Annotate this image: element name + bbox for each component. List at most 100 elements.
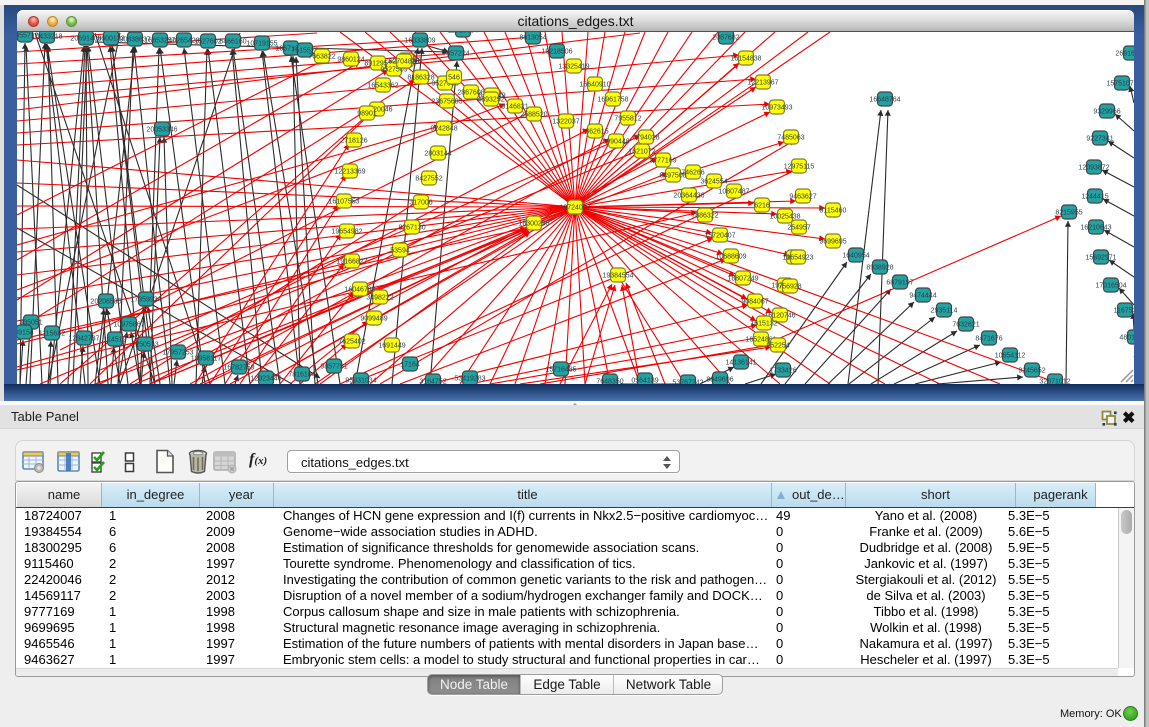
- svg-text:1640954: 1640954: [842, 253, 869, 260]
- svg-text:1362615: 1362615: [581, 129, 608, 136]
- svg-text:16210643: 16210643: [1080, 225, 1111, 232]
- svg-text:7816184: 7816184: [288, 372, 315, 379]
- svg-text:6497508: 6497508: [659, 173, 686, 180]
- svg-text:9245652: 9245652: [1018, 368, 1045, 375]
- svg-text:20206535: 20206535: [90, 299, 121, 306]
- svg-text:2588520: 2588520: [520, 112, 547, 119]
- svg-text:1733426: 1733426: [769, 368, 796, 375]
- svg-text:12923446: 12923446: [250, 376, 281, 383]
- svg-text:1250513: 1250513: [131, 342, 158, 349]
- svg-text:17016504: 17016504: [1095, 283, 1126, 290]
- svg-text:6879197: 6879197: [886, 280, 913, 287]
- svg-text:10688609: 10688609: [715, 254, 746, 261]
- svg-text:16782759: 16782759: [223, 365, 254, 372]
- svg-text:18807249: 18807249: [727, 276, 758, 283]
- svg-text:12213369: 12213369: [334, 169, 365, 176]
- svg-text:1615132: 1615132: [750, 321, 777, 328]
- svg-text:9115460: 9115460: [820, 208, 847, 215]
- svg-text:9146821: 9146821: [501, 104, 528, 111]
- svg-text:1621072: 1621072: [628, 149, 655, 156]
- svg-text:9084067: 9084067: [741, 299, 768, 306]
- svg-text:16648764: 16648764: [869, 97, 900, 104]
- svg-text:3498222: 3498222: [366, 295, 393, 302]
- svg-text:9857791: 9857791: [320, 364, 347, 371]
- svg-text:53419283: 53419283: [454, 376, 485, 383]
- svg-text:9463627: 9463627: [789, 194, 816, 201]
- svg-text:9699695: 9699695: [819, 239, 846, 246]
- svg-text:546: 546: [448, 75, 460, 82]
- svg-text:17164: 17164: [400, 362, 420, 369]
- svg-text:8267130: 8267130: [398, 225, 425, 232]
- svg-text:16543362: 16543362: [367, 83, 398, 90]
- svg-text:26916697: 26916697: [1115, 51, 1134, 58]
- svg-text:17957253: 17957253: [162, 350, 193, 357]
- svg-text:19166827: 19166827: [336, 259, 367, 266]
- svg-text:9860124: 9860124: [337, 57, 364, 64]
- svg-text:3624554: 3624554: [700, 179, 727, 186]
- svg-text:12342737: 12342737: [68, 336, 99, 343]
- svg-text:0564139: 0564139: [631, 378, 658, 385]
- svg-text:15716485: 15716485: [545, 367, 576, 374]
- svg-text:9777169: 9777169: [649, 158, 676, 165]
- svg-text:7663822: 7663822: [308, 54, 335, 61]
- svg-text:8471676: 8471676: [975, 336, 1002, 343]
- svg-text:16046788: 16046788: [344, 287, 375, 294]
- svg-text:13325419: 13325419: [558, 64, 589, 71]
- svg-text:9099489: 9099489: [360, 316, 387, 323]
- svg-text:2803144: 2803144: [424, 151, 451, 158]
- svg-text:2087682: 2087682: [712, 35, 739, 42]
- svg-text:116753: 116753: [1114, 308, 1134, 315]
- svg-text:252254: 252254: [766, 343, 789, 350]
- svg-text:756928: 756928: [778, 284, 801, 291]
- svg-text:2718126: 2718126: [340, 138, 367, 145]
- svg-text:10719155: 10719155: [246, 41, 277, 48]
- svg-text:12213967: 12213967: [747, 80, 778, 87]
- svg-text:8813054: 8813054: [519, 35, 546, 42]
- svg-text:20364436: 20364436: [673, 193, 704, 200]
- svg-text:19654923: 19654923: [782, 255, 813, 262]
- svg-text:53594: 53594: [390, 248, 410, 255]
- svg-text:9227341: 9227341: [1086, 136, 1113, 143]
- svg-text:1244415: 1244415: [1081, 194, 1108, 201]
- svg-text:10973493: 10973493: [761, 105, 792, 112]
- svg-text:15720407: 15720407: [704, 233, 735, 240]
- svg-text:2935114: 2935114: [931, 308, 958, 315]
- svg-text:16961758: 16961758: [597, 97, 628, 104]
- svg-text:7955812: 7955812: [614, 116, 641, 123]
- svg-text:16154838: 16154838: [730, 56, 761, 63]
- svg-text:6466160: 6466160: [219, 39, 246, 46]
- svg-text:1322037: 1322037: [552, 119, 579, 126]
- svg-text:1115682: 1115682: [39, 331, 65, 338]
- svg-text:95931034: 95931034: [345, 378, 376, 385]
- svg-text:16640910: 16640910: [579, 82, 610, 89]
- svg-text:18300295: 18300295: [518, 221, 549, 228]
- svg-text:16107553: 16107553: [328, 199, 359, 206]
- svg-text:10807487: 10807487: [718, 189, 749, 196]
- svg-text:7625402: 7625402: [338, 339, 365, 346]
- svg-text:8427552: 8427552: [415, 176, 442, 183]
- svg-text:4893252: 4893252: [477, 97, 504, 104]
- svg-text:254957: 254957: [787, 225, 810, 232]
- svg-text:14136141: 14136141: [725, 360, 756, 367]
- svg-text:48018451: 48018451: [1119, 335, 1134, 342]
- svg-text:10654112: 10654112: [995, 353, 1026, 360]
- svg-text:9329966: 9329966: [1093, 109, 1120, 116]
- svg-text:20053346: 20053346: [146, 127, 177, 134]
- svg-text:8990448: 8990448: [602, 139, 629, 146]
- svg-text:18724007: 18724007: [559, 205, 590, 212]
- svg-text:7857224: 7857224: [442, 51, 469, 58]
- svg-text:16033809: 16033809: [404, 38, 435, 45]
- svg-text:19654982: 19654982: [331, 229, 362, 236]
- svg-text:10958117: 10958117: [191, 356, 222, 363]
- svg-text:7886322: 7886322: [691, 213, 718, 220]
- svg-text:98901: 98901: [357, 111, 377, 118]
- svg-text:8938928: 8938928: [866, 265, 893, 272]
- svg-text:17359934: 17359934: [130, 297, 161, 304]
- svg-text:19218506: 19218506: [541, 49, 572, 56]
- svg-text:1691449: 1691449: [378, 343, 405, 350]
- svg-text:8849696: 8849696: [706, 377, 733, 384]
- svg-text:6794028: 6794028: [632, 135, 659, 142]
- svg-text:15751074: 15751074: [1106, 81, 1134, 88]
- svg-text:9242848: 9242848: [430, 126, 457, 133]
- svg-text:19384554: 19384554: [602, 273, 633, 280]
